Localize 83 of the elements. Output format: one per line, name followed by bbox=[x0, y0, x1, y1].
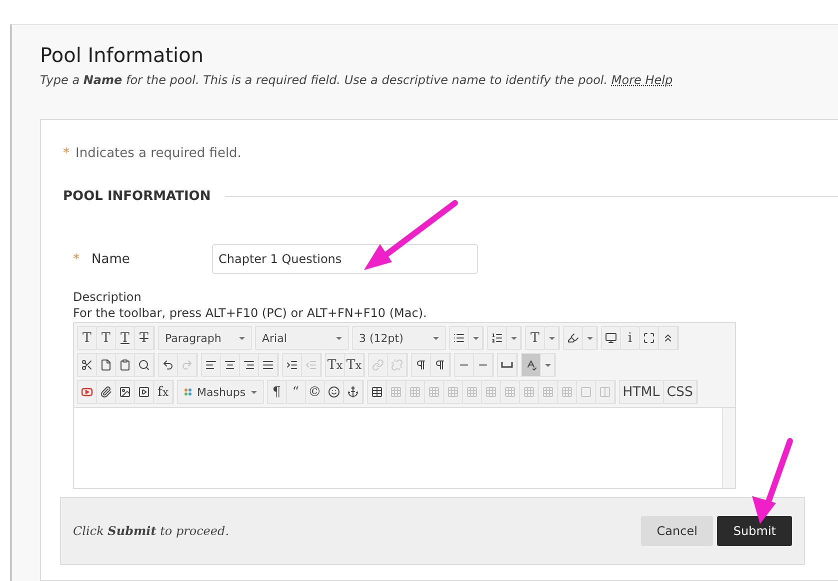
format-button[interactable]: ¶ bbox=[268, 381, 287, 403]
format-button[interactable]: T bbox=[116, 327, 135, 349]
media-icon bbox=[138, 386, 150, 398]
footer-text: Click Submit to proceed. bbox=[73, 524, 230, 538]
required-note: Indicates a required field. bbox=[76, 146, 242, 161]
square-icon bbox=[580, 386, 592, 398]
help-link[interactable]: More Help bbox=[611, 73, 673, 87]
numbered-list-icon bbox=[491, 332, 503, 344]
required-mark: * bbox=[63, 146, 70, 161]
redo-icon bbox=[181, 359, 193, 371]
search-icon bbox=[138, 359, 150, 371]
smiley-icon bbox=[328, 386, 340, 398]
caret-icon bbox=[336, 336, 342, 340]
grid-icon bbox=[390, 386, 402, 398]
document-icon bbox=[100, 359, 112, 371]
marker-icon bbox=[567, 332, 579, 344]
monitor-icon bbox=[605, 332, 617, 344]
format-button[interactable]: T bbox=[97, 327, 116, 349]
format-button[interactable]: “ bbox=[286, 381, 306, 403]
columns-icon bbox=[598, 386, 611, 398]
caret-icon bbox=[239, 336, 245, 340]
instructions: Type a Name for the pool. This is a required field. Use a descriptive name to identify the pool. More Help bbox=[40, 73, 674, 87]
grid-icon bbox=[542, 386, 554, 398]
caret-icon bbox=[548, 336, 554, 340]
caret-icon bbox=[472, 336, 478, 340]
caret-icon bbox=[544, 364, 550, 366]
space-icon bbox=[501, 362, 513, 368]
anchor-icon bbox=[346, 386, 359, 398]
align-right-icon bbox=[243, 359, 255, 371]
pilcrow-icon bbox=[415, 359, 427, 371]
scrollbar[interactable] bbox=[722, 408, 735, 488]
dropdown[interactable]: Arial bbox=[256, 327, 348, 349]
grid-icon bbox=[446, 386, 459, 398]
grid-icon bbox=[466, 386, 478, 398]
collapse-icon bbox=[662, 332, 674, 344]
fullscreen-icon bbox=[643, 332, 655, 344]
cancel-button[interactable]: Cancel bbox=[640, 516, 714, 546]
grid-icon bbox=[504, 386, 516, 398]
format-button[interactable]: T bbox=[526, 327, 545, 349]
grid-icon bbox=[560, 386, 573, 398]
unlink-icon bbox=[391, 359, 403, 371]
indent-icon bbox=[286, 359, 298, 371]
name-field[interactable]: Chapter 1 Questions bbox=[212, 244, 478, 274]
format-button[interactable]: HTML bbox=[620, 381, 664, 403]
table-icon bbox=[370, 386, 383, 398]
format-button[interactable]: © bbox=[306, 381, 325, 403]
image-icon bbox=[119, 386, 131, 398]
caret-icon bbox=[250, 390, 257, 394]
field-label: Name bbox=[92, 252, 131, 266]
format-button[interactable]: T bbox=[78, 327, 97, 349]
page-title: Pool Information bbox=[40, 43, 205, 67]
section-title: POOL INFORMATION bbox=[63, 189, 211, 204]
field-label: Description bbox=[73, 290, 142, 304]
submit-button[interactable]: Submit bbox=[717, 516, 792, 546]
clipboard-icon bbox=[119, 359, 131, 371]
spellcheck-icon bbox=[525, 359, 537, 371]
format-button[interactable]: T bbox=[135, 327, 154, 349]
outdent-icon bbox=[305, 359, 317, 371]
align-left-icon bbox=[205, 359, 217, 371]
grid-icon bbox=[522, 386, 535, 398]
required-mark: * bbox=[73, 252, 80, 266]
dropdown[interactable]: Mashups bbox=[178, 381, 263, 403]
toolbar-hint: For the toolbar, press ALT+F10 (PC) or ALT+FN+F10 (Mac). bbox=[73, 306, 428, 320]
dropdown[interactable]: 3 (12pt) bbox=[353, 327, 445, 349]
caret-icon bbox=[586, 336, 592, 340]
grid-icon bbox=[428, 386, 440, 398]
format-button[interactable]: i bbox=[621, 327, 640, 349]
grid-icon bbox=[484, 386, 497, 398]
pilcrow-icon bbox=[434, 359, 446, 371]
grid-icon bbox=[408, 386, 421, 398]
align-center-icon bbox=[224, 359, 236, 371]
spellcheck-button[interactable] bbox=[522, 354, 541, 376]
undo-icon bbox=[162, 359, 174, 371]
video-icon bbox=[81, 386, 93, 398]
dropdown[interactable]: Paragraph bbox=[159, 327, 251, 349]
paperclip-icon bbox=[100, 386, 112, 398]
caret-icon bbox=[510, 336, 516, 340]
cut-icon bbox=[81, 359, 93, 371]
justify-icon bbox=[262, 359, 274, 371]
dots-icon bbox=[184, 388, 192, 396]
format-button[interactable]: CSS bbox=[664, 381, 697, 403]
caret-icon bbox=[433, 336, 439, 340]
link-icon bbox=[372, 359, 384, 371]
